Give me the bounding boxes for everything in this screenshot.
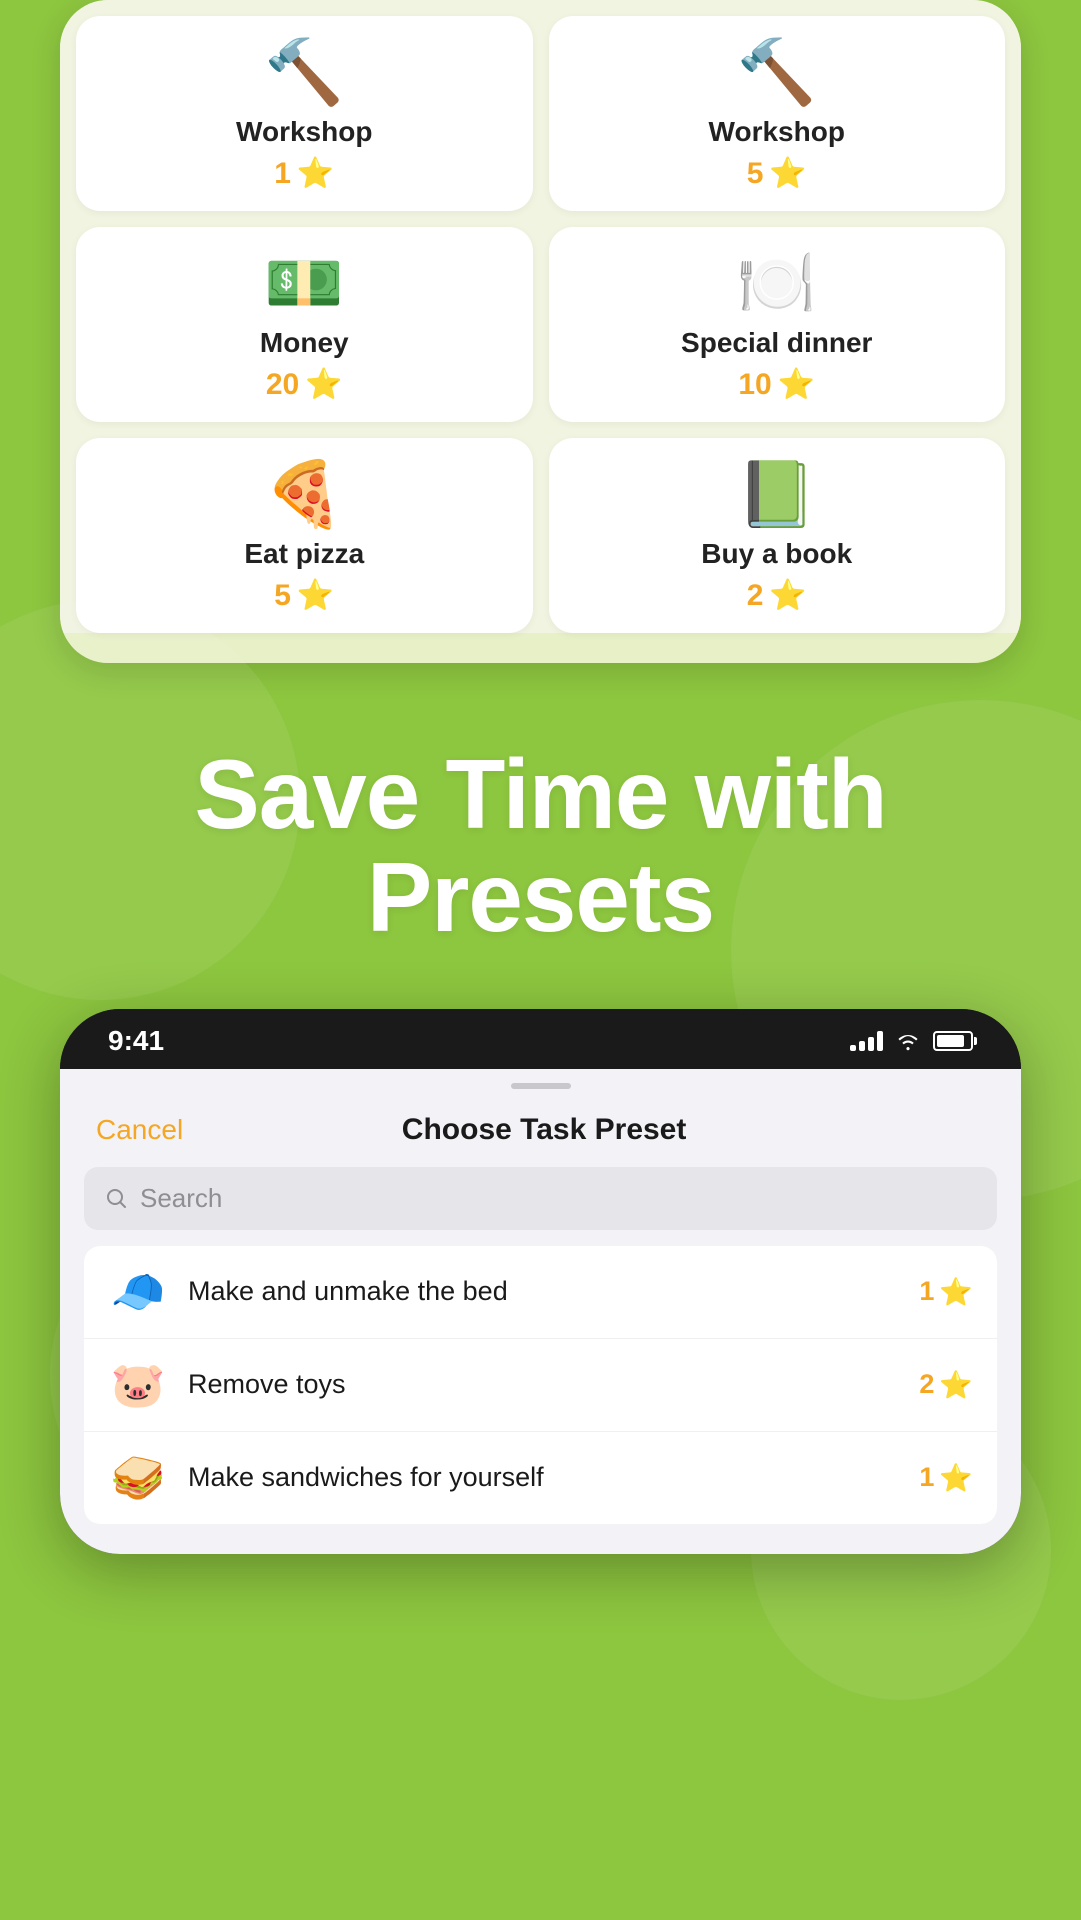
search-placeholder: Search (140, 1183, 222, 1214)
task-row[interactable]: 🧢 Make and unmake the bed 1 ⭐ (84, 1246, 997, 1339)
star-icon: ⭐ (305, 367, 342, 402)
status-bar: 9:41 (60, 1009, 1021, 1069)
reward-item-buy-book[interactable]: 📗 Buy a book 2 ⭐ (549, 438, 1006, 633)
reward-points-buy-book: 2 ⭐ (747, 578, 807, 613)
task-row[interactable]: 🐷 Remove toys 2 ⭐ (84, 1339, 997, 1432)
reward-name-money20: Money (260, 327, 349, 359)
battery-icon (933, 1031, 973, 1051)
search-icon (104, 1186, 128, 1210)
search-bar[interactable]: Search (84, 1167, 997, 1230)
sheet-title: Choose Task Preset (402, 1113, 687, 1147)
reward-points-special-dinner: 10 ⭐ (738, 367, 815, 402)
reward-item-workshop5[interactable]: 🔨 Workshop 5 ⭐ (549, 16, 1006, 211)
task-list: 🧢 Make and unmake the bed 1 ⭐ 🐷 Remove t… (60, 1246, 1021, 1554)
status-icons (850, 1031, 973, 1051)
task-star-icon: ⭐ (939, 1462, 973, 1494)
phone-screen: Cancel Choose Task Preset Search 🧢 Make … (60, 1069, 1021, 1554)
headline-section: Save Time with Presets (0, 663, 1081, 1009)
reward-points-workshop1: 1 ⭐ (274, 156, 334, 191)
status-time: 9:41 (108, 1025, 164, 1057)
task-points: 1 ⭐ (919, 1276, 973, 1308)
reward-points-money20: 20 ⭐ (266, 367, 343, 402)
signal-icon (850, 1031, 883, 1051)
reward-name-special-dinner: Special dinner (681, 327, 872, 359)
reward-points-eat-pizza: 5 ⭐ (274, 578, 334, 613)
task-star-icon: ⭐ (939, 1369, 973, 1401)
phone-mockup: 9:41 Cancel Choose Task Preset (60, 1009, 1021, 1554)
headline-text: Save Time with Presets (60, 743, 1021, 949)
eat-pizza-icon: 🍕 (264, 462, 344, 526)
reward-item-money20[interactable]: 💵 Money 20 ⭐ (76, 227, 533, 422)
task-row[interactable]: 🥪 Make sandwiches for yourself 1 ⭐ (84, 1432, 997, 1524)
star-icon: ⭐ (769, 578, 806, 613)
star-icon: ⭐ (769, 156, 806, 191)
buy-book-icon: 📗 (737, 462, 817, 526)
special-dinner-icon: 🍽️ (737, 251, 817, 315)
reward-item-eat-pizza[interactable]: 🍕 Eat pizza 5 ⭐ (76, 438, 533, 633)
make-sandwiches-icon: 🥪 (108, 1452, 168, 1504)
remove-toys-icon: 🐷 (108, 1359, 168, 1411)
star-icon: ⭐ (778, 367, 815, 402)
workshop-hammer-icon: 🔨 (264, 40, 344, 104)
reward-points-workshop5: 5 ⭐ (747, 156, 807, 191)
reward-name-eat-pizza: Eat pizza (244, 538, 364, 570)
task-points: 1 ⭐ (919, 1462, 973, 1494)
cancel-button[interactable]: Cancel (96, 1114, 183, 1146)
reward-item-special-dinner[interactable]: 🍽️ Special dinner 10 ⭐ (549, 227, 1006, 422)
reward-item-workshop1[interactable]: 🔨 Workshop 1 ⭐ (76, 16, 533, 211)
rewards-grid: 🔨 Workshop 1 ⭐ 🔨 Workshop 5 ⭐ 💵 Money 20… (60, 0, 1021, 633)
reward-name-buy-book: Buy a book (701, 538, 852, 570)
task-name: Make sandwiches for yourself (188, 1462, 899, 1493)
star-icon: ⭐ (297, 578, 334, 613)
star-icon: ⭐ (297, 156, 334, 191)
task-points: 2 ⭐ (919, 1369, 973, 1401)
reward-name-workshop1: Workshop (236, 116, 372, 148)
task-name: Remove toys (188, 1369, 899, 1400)
task-star-icon: ⭐ (939, 1276, 973, 1308)
money-icon: 💵 (264, 251, 344, 315)
sheet-header: Cancel Choose Task Preset (60, 1089, 1021, 1167)
rewards-card: 🔨 Workshop 1 ⭐ 🔨 Workshop 5 ⭐ 💵 Money 20… (60, 0, 1021, 663)
wifi-icon (895, 1031, 921, 1051)
reward-name-workshop5: Workshop (709, 116, 845, 148)
make-bed-icon: 🧢 (108, 1266, 168, 1318)
task-name: Make and unmake the bed (188, 1276, 899, 1307)
workshop-hammer-icon-2: 🔨 (737, 40, 817, 104)
